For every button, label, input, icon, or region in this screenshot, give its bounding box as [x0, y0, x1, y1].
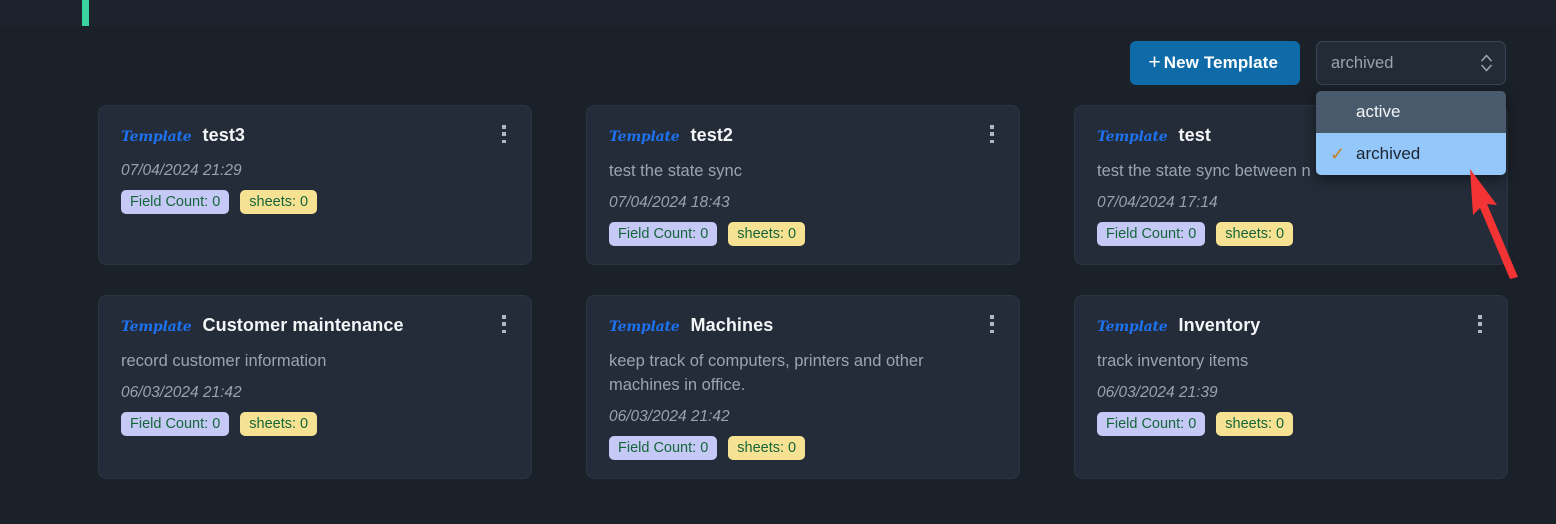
card-header: Template test3 [121, 125, 509, 146]
card-title: test3 [202, 125, 246, 145]
new-template-button[interactable]: + New Template [1130, 41, 1300, 85]
template-card[interactable]: Template Inventory track inventory items… [1074, 295, 1508, 479]
template-card[interactable]: Template test2 test the state sync 07/04… [586, 105, 1020, 265]
dropdown-option-active[interactable]: active [1316, 91, 1506, 133]
card-badges: Field Count: 0 sheets: 0 [121, 411, 509, 436]
card-description: record customer information [121, 352, 327, 370]
template-card-grid: Template test3 07/04/2024 21:29 Field Co… [98, 105, 1508, 479]
card-title: Inventory [1178, 315, 1261, 335]
card-menu-icon[interactable] [983, 314, 1001, 334]
sheets-badge: sheets: 0 [240, 190, 318, 214]
card-description: track inventory items [1097, 352, 1249, 370]
templates-page: + New Template archived active ✓ archive… [0, 26, 1556, 524]
status-filter-wrap: archived active ✓ archived [1316, 41, 1506, 175]
card-menu-icon[interactable] [495, 124, 513, 144]
card-title: test [1178, 125, 1211, 145]
top-strip [0, 0, 1556, 26]
field-count-badge: Field Count: 0 [121, 411, 230, 436]
card-badges: Field Count: 0 sheets: 0 [609, 435, 997, 460]
field-count-badge: Field Count: 0 [609, 435, 718, 460]
template-card[interactable]: Template Machines keep track of computer… [586, 295, 1020, 479]
card-menu-icon[interactable] [495, 314, 513, 334]
template-card[interactable]: Template test3 07/04/2024 21:29 Field Co… [98, 105, 532, 265]
card-badges: Field Count: 0 sheets: 0 [1097, 221, 1485, 246]
sheets-badge: sheets: 0 [240, 411, 318, 436]
status-filter-select[interactable]: archived [1316, 41, 1506, 85]
template-logo: Template [1097, 129, 1168, 145]
green-accent-bar [82, 0, 89, 26]
field-count-badge: Field Count: 0 [609, 221, 718, 246]
card-title: Machines [690, 315, 774, 335]
plus-icon: + [1148, 50, 1161, 74]
card-header: Template Machines [609, 315, 997, 336]
sheets-badge: sheets: 0 [1216, 221, 1294, 246]
card-date: 06/03/2024 21:42 [121, 383, 242, 401]
card-badges: Field Count: 0 sheets: 0 [1097, 411, 1485, 436]
template-logo: Template [609, 129, 680, 145]
chevron-updown-icon [1481, 54, 1492, 72]
template-card[interactable]: Template Customer maintenance record cus… [98, 295, 532, 479]
dropdown-option-active-label: active [1356, 102, 1401, 121]
card-date: 07/04/2024 21:29 [121, 162, 242, 179]
field-count-badge: Field Count: 0 [121, 190, 230, 214]
field-count-badge: Field Count: 0 [1097, 221, 1206, 246]
card-date: 06/03/2024 21:39 [1097, 383, 1218, 401]
template-logo: Template [121, 319, 192, 335]
card-date: 06/03/2024 21:42 [609, 407, 730, 425]
card-description: test the state sync [609, 162, 742, 180]
toolbar: + New Template archived active ✓ archive… [1130, 41, 1506, 175]
status-filter-value: archived [1331, 53, 1394, 72]
template-logo: Template [121, 129, 192, 145]
card-badges: Field Count: 0 sheets: 0 [121, 190, 509, 214]
template-logo: Template [609, 319, 680, 335]
card-date: 07/04/2024 17:14 [1097, 193, 1218, 211]
card-title: test2 [690, 125, 734, 145]
check-icon: ✓ [1330, 144, 1346, 164]
status-filter-dropdown[interactable]: active ✓ archived [1316, 91, 1506, 175]
sheets-badge: sheets: 0 [728, 435, 806, 460]
card-header: Template Inventory [1097, 315, 1485, 336]
card-header: Template test2 [609, 125, 997, 146]
card-badges: Field Count: 0 sheets: 0 [609, 221, 997, 246]
sheets-badge: sheets: 0 [728, 221, 806, 246]
dropdown-option-archived-label: archived [1356, 144, 1421, 163]
card-header: Template Customer maintenance [121, 315, 509, 336]
sheets-badge: sheets: 0 [1216, 411, 1294, 436]
card-menu-icon[interactable] [1471, 314, 1489, 334]
card-date: 07/04/2024 18:43 [609, 193, 730, 211]
dropdown-option-archived[interactable]: ✓ archived [1316, 133, 1506, 175]
new-template-button-label: New Template [1163, 53, 1278, 72]
card-title: Customer maintenance [202, 315, 404, 335]
card-description: keep track of computers, printers and ot… [609, 352, 924, 394]
field-count-badge: Field Count: 0 [1097, 411, 1206, 436]
template-logo: Template [1097, 319, 1168, 335]
card-menu-icon[interactable] [983, 124, 1001, 144]
